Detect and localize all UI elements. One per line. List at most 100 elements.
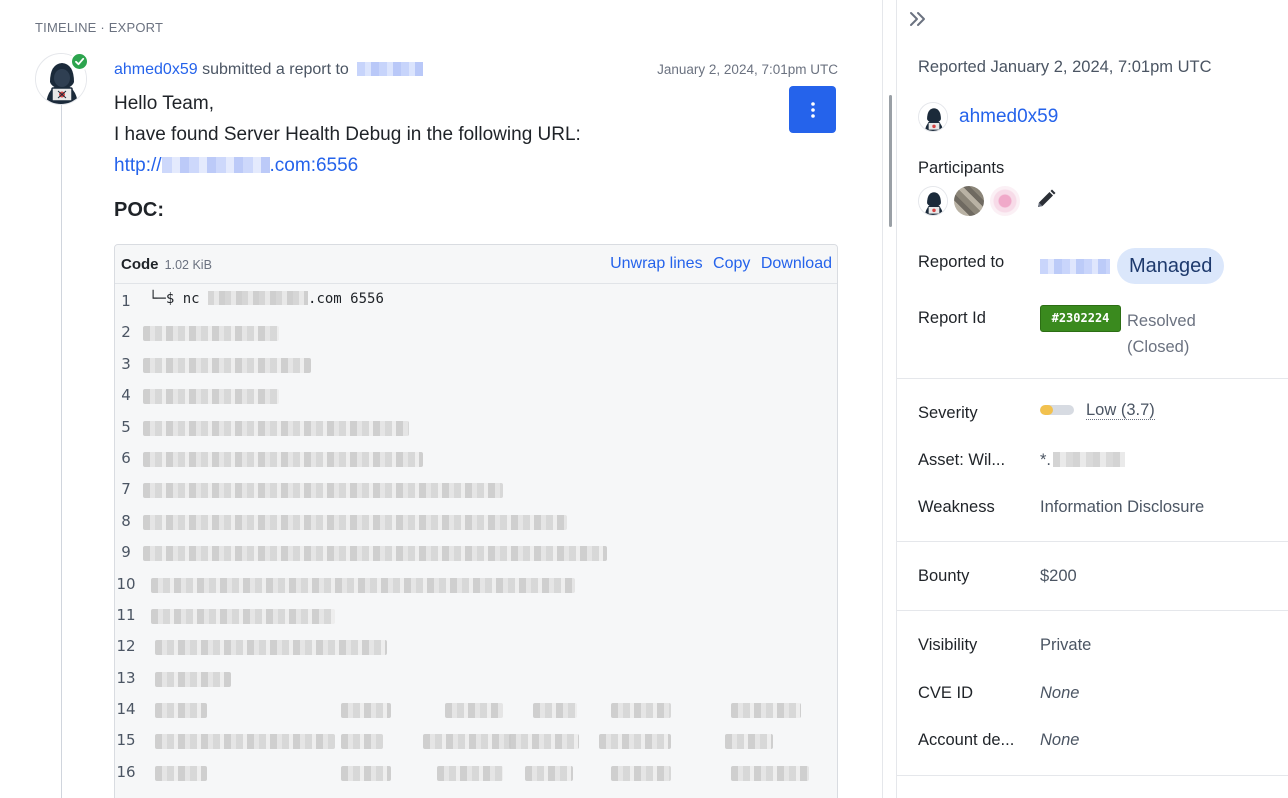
code-line: 1 └─$ nc .com 6556 [115,284,837,315]
code-line: 13 [115,661,837,692]
redacted-code [445,703,503,719]
reporter-link[interactable]: ahmed0x59 [114,61,198,78]
redacted-code [151,608,335,624]
redacted-code [155,671,231,687]
code-line: 15 [115,723,837,754]
participant-avatar[interactable] [918,186,948,216]
more-actions-button[interactable] [789,86,836,133]
participant-avatar[interactable] [990,186,1020,216]
code-line: 3 [115,347,837,378]
redacted-code [155,640,387,656]
report-sidebar: Reported January 2, 2024, 7:01pm UTC ahm… [897,0,1288,798]
target-url-link[interactable]: http://.com:6556 [114,150,581,181]
asset-value: *. [1040,451,1126,470]
code-line: 4 [115,378,837,409]
line-number: 10 [116,574,136,593]
report-header: ahmed0x59 submitted a report to January … [114,61,838,81]
redacted-asset [1053,452,1126,467]
account-value: None [1040,731,1080,749]
severity-value[interactable]: Low (3.7) [1086,401,1155,420]
line-number: 4 [121,386,131,405]
redacted-code [731,765,809,781]
line-number: 14 [116,700,136,719]
redacted-code [143,326,279,342]
code-line: 7 [115,472,837,503]
cve-id-label: CVE ID [918,684,974,702]
code-line: 2 [115,315,837,346]
code-line: 5 [115,410,837,441]
reporter-name-link[interactable]: ahmed0x59 [959,106,1058,128]
redacted-program [1040,259,1110,274]
code-text: └─$ nc .com 6556 [149,291,384,307]
managed-badge: Managed [1117,248,1225,284]
download-button[interactable]: Download [761,255,832,272]
code-line: 14 [115,692,837,723]
account-label: Account de... [918,731,1015,749]
edit-participants-button[interactable] [1034,187,1058,216]
participant-avatar[interactable] [954,186,984,216]
copy-button[interactable]: Copy [713,255,750,272]
divider [897,378,1288,379]
participants-label: Participants [918,159,1005,177]
code-line: 6 [115,441,837,472]
redacted-program [357,62,424,76]
divider [897,610,1288,611]
redacted-code [341,734,383,750]
redacted-code [525,765,573,781]
report-id-badge[interactable]: #2302224 [1040,305,1121,332]
report-id-label: Report Id [918,309,986,327]
scrollbar-thumb[interactable] [889,95,892,227]
visibility-value: Private [1040,636,1092,654]
redacted-code [341,765,391,781]
redacted-code [143,483,503,499]
weakness-label: Weakness [918,498,995,516]
code-line: 10 [115,567,837,598]
reported-date: Reported January 2, 2024, 7:01pm UTC [918,58,1212,76]
code-size: 1.02 KiB [164,258,212,272]
verified-badge [70,52,89,71]
code-title: Code 1.02 KiB [121,256,212,273]
line-number: 11 [116,605,136,624]
code-line: 16 [115,755,837,786]
pencil-icon [1038,189,1056,207]
line-number: 15 [116,731,136,750]
timeline-panel: TIMELINE · EXPORT ahmed0x59 submitted a … [0,0,882,798]
report-date: January 2, 2024, 7:01pm UTC [657,62,838,77]
redacted-code [731,703,801,719]
severity-meter [1040,405,1074,415]
line-number: 1 [121,292,131,310]
redacted-code [155,734,335,750]
asset-label: Asset: Wil... [918,451,1006,469]
divider [897,775,1288,776]
redacted-code [143,451,423,467]
timeline-line [61,100,62,798]
breadcrumb: TIMELINE · EXPORT [35,20,164,35]
redacted-code [143,420,409,436]
collapse-sidebar-button[interactable] [909,9,927,31]
line-number: 3 [121,354,131,373]
line-number: 6 [121,448,131,467]
redacted-code [599,734,671,750]
redacted-code [143,514,567,530]
code-lines: 1 └─$ nc .com 6556 2 3 4 5 6 7 8 9 10 11 12 13 14 15 1… [115,284,837,786]
report-body: Hello Team, I have found Server Health D… [114,88,581,181]
double-chevron-right-icon [910,12,925,26]
unwrap-lines-button[interactable]: Unwrap lines [610,255,702,272]
redacted-code [341,703,391,719]
weakness-value: Information Disclosure [1040,498,1205,516]
redacted-code [725,734,773,750]
severity-meter-fill [1040,405,1053,415]
redacted-code [151,577,575,593]
redacted-code [155,703,207,719]
report-status: Resolved (Closed) [1127,312,1196,356]
code-line: 8 [115,504,837,535]
redacted-code [155,765,207,781]
line-number: 8 [121,511,131,530]
visibility-label: Visibility [918,636,978,654]
reporter-avatar-small[interactable] [918,102,948,132]
redacted-code [611,765,671,781]
reporter-row: ahmed0x59 [918,102,1058,132]
line-number: 7 [121,480,131,499]
cve-id-value: None [1040,684,1080,702]
intro-text: I have found Server Health Debug in the … [114,124,581,145]
